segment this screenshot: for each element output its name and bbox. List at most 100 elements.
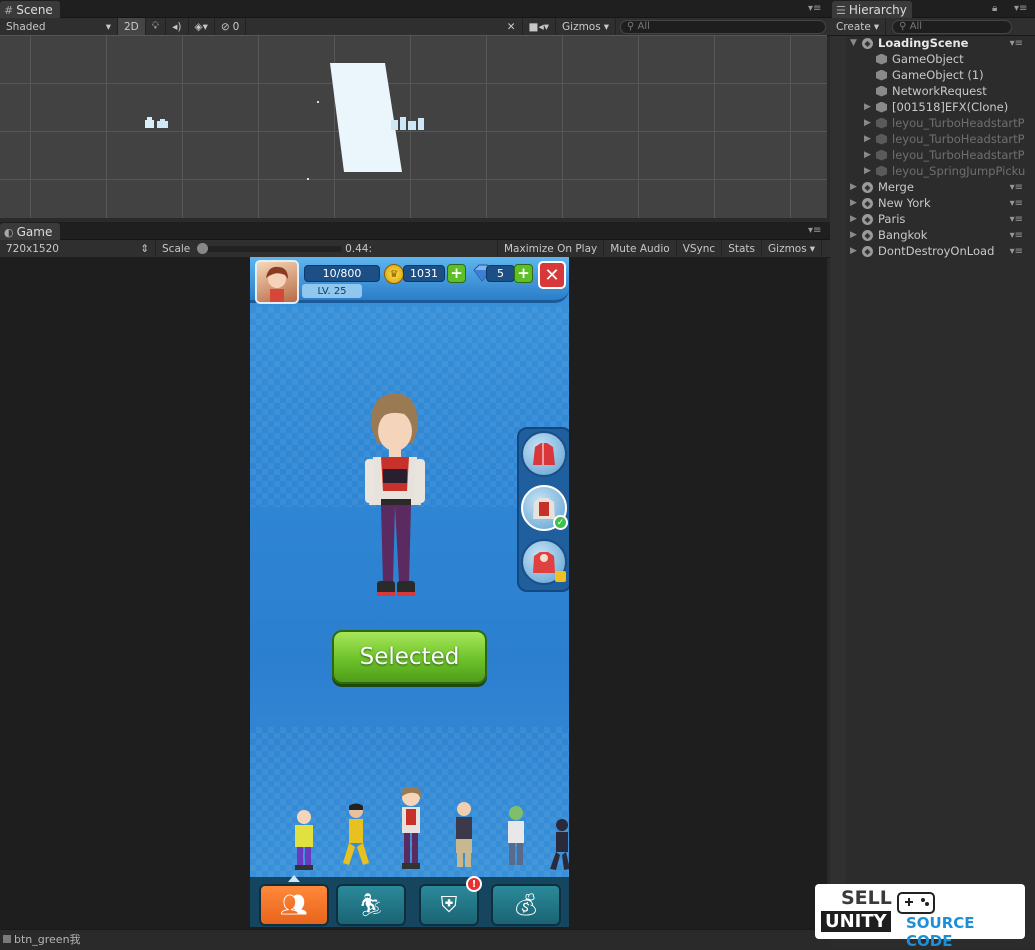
scene-menu-icon[interactable]: ▾≡	[1010, 230, 1023, 241]
collapse-arrow-icon[interactable]: ▶	[850, 198, 857, 208]
nav-boards-button[interactable]: 🏂︎	[336, 884, 406, 926]
collapse-arrow-icon[interactable]: ▶	[864, 102, 871, 112]
gizmos-dropdown[interactable]: Gizmos ▾	[556, 18, 616, 35]
character-thumb[interactable]	[451, 801, 477, 871]
active-indicator	[288, 872, 300, 882]
hierarchy-item[interactable]: ▶ [001518]EFX(Clone)	[830, 99, 1035, 115]
game-toolbar: 720x1520 ⇕ Scale 0.44: Maximize On Play …	[0, 240, 830, 258]
hierarchy-item[interactable]: GameObject (1)	[830, 67, 1035, 83]
nav-characters-button[interactable]: 👥︎	[259, 884, 329, 926]
scene-search-input[interactable]: ⚲ All	[620, 19, 826, 34]
chevron-down-icon: ▾	[809, 242, 815, 255]
hierarchy-item-label: leyou_TurboHeadstartP	[892, 116, 1025, 130]
lock-icon[interactable]: 🔒︎	[992, 3, 997, 14]
scene-point	[307, 178, 309, 180]
hierarchy-item-label: GameObject (1)	[892, 68, 984, 82]
collapse-arrow-icon[interactable]: ▶	[864, 134, 871, 144]
panel-menu-icon[interactable]: ▾≡	[808, 3, 821, 14]
wrench-icon: ✕	[506, 20, 516, 33]
scene-menu-icon[interactable]: ▾≡	[1010, 214, 1023, 225]
collapse-arrow-icon[interactable]: ▶	[850, 182, 857, 192]
scale-slider-handle[interactable]	[197, 242, 209, 254]
hierarchy-item[interactable]: GameObject	[830, 51, 1035, 67]
hidden-objects-toggle[interactable]: ⊘ 0	[215, 18, 247, 35]
tab-game[interactable]: ◐ Game	[0, 223, 60, 240]
watermark-source-code: SOURCE CODE	[906, 914, 975, 950]
camera-dropdown[interactable]: ■◂▾	[523, 18, 557, 35]
toggle-stats[interactable]: Stats	[722, 240, 763, 257]
toggle-maximize-on-play[interactable]: Maximize On Play	[496, 240, 605, 257]
toggle-mute-audio[interactable]: Mute Audio	[604, 240, 677, 257]
mode-2d-toggle[interactable]: 2D	[118, 18, 146, 35]
skin-option-jacket[interactable]	[521, 431, 567, 477]
character-thumb[interactable]	[339, 803, 369, 871]
tab-hierarchy[interactable]: ☰ Hierarchy	[832, 1, 912, 18]
hierarchy-item[interactable]: ▶ ◆ DontDestroyOnLoad ▾≡	[830, 243, 1035, 259]
hierarchy-item-label: New York	[878, 196, 931, 210]
layers-icon: ◈▾	[194, 20, 208, 33]
character-thumb[interactable]	[396, 786, 422, 871]
game-gizmos-dropdown[interactable]: Gizmos ▾	[762, 240, 822, 257]
hierarchy-item-label: [001518]EFX(Clone)	[892, 100, 1009, 114]
lighting-toggle[interactable]: 💡︎	[146, 18, 167, 35]
scene-viewport[interactable]	[0, 35, 827, 218]
hierarchy-item-label: leyou_TurboHeadstartP	[892, 148, 1025, 162]
scene-sprite-cluster[interactable]	[390, 115, 426, 131]
game-screen[interactable]: 10/800 LV. 25 ♛ 1031 + 5 + ✕ ✓ Selected …	[250, 257, 569, 927]
scene-tab-bar: # Scene ▾≡	[0, 0, 830, 18]
tab-scene[interactable]: # Scene	[0, 1, 60, 18]
collapse-arrow-icon[interactable]: ▶	[850, 230, 857, 240]
hierarchy-item[interactable]: ▶ ◆ Merge ▾≡	[830, 179, 1035, 195]
skin-option-locked[interactable]	[521, 539, 567, 585]
shading-dropdown[interactable]: Shaded ▾	[0, 18, 118, 35]
audio-toggle[interactable]: ◂)	[166, 18, 189, 35]
character-thumb[interactable]	[503, 805, 529, 871]
skin-option-current[interactable]: ✓	[521, 485, 568, 531]
collapse-arrow-icon[interactable]: ▶	[850, 214, 857, 224]
hierarchy-item[interactable]: ▶ leyou_TurboHeadstartP	[830, 131, 1035, 147]
effects-dropdown[interactable]: ◈▾	[189, 18, 215, 35]
panel-menu-icon[interactable]: ▾≡	[808, 225, 821, 236]
add-coins-button[interactable]: +	[447, 264, 466, 283]
tools-button[interactable]: ✕	[501, 18, 523, 35]
toggle-vsync[interactable]: VSync	[677, 240, 723, 257]
hierarchy-item[interactable]: NetworkRequest	[830, 83, 1035, 99]
unity-scene-icon: ◆	[862, 181, 873, 193]
hierarchy-item[interactable]: ▶ leyou_TurboHeadstartP	[830, 115, 1035, 131]
selected-button[interactable]: Selected	[332, 630, 487, 684]
nav-shop-button[interactable]: 💰︎	[491, 884, 561, 926]
player-avatar[interactable]	[255, 260, 299, 304]
collapse-arrow-icon[interactable]: ▶	[864, 150, 871, 160]
hierarchy-item[interactable]: ▶ ◆ New York ▾≡	[830, 195, 1035, 211]
collapse-arrow-icon[interactable]: ▶	[850, 246, 857, 256]
character-model[interactable]	[355, 387, 435, 607]
character-thumb[interactable]	[291, 809, 317, 871]
add-gems-button[interactable]: +	[514, 264, 533, 283]
hierarchy-item[interactable]: ▶ ◆ Bangkok ▾≡	[830, 227, 1035, 243]
collapse-arrow-icon[interactable]: ▶	[864, 118, 871, 128]
scene-sprite-small[interactable]	[144, 116, 170, 130]
scale-slider[interactable]	[197, 242, 343, 254]
hierarchy-item[interactable]: ▼ ◆ LoadingScene ▾≡	[830, 35, 1035, 51]
character-thumb[interactable]	[548, 817, 569, 871]
eye-slash-icon: ⊘	[220, 20, 230, 33]
gameobject-cube-icon	[876, 101, 887, 113]
hierarchy-item[interactable]: ▶ ◆ Paris ▾≡	[830, 211, 1035, 227]
lightbulb-icon: 💡︎	[151, 20, 160, 32]
scale-value: 0.44:	[345, 242, 372, 255]
scene-menu-icon[interactable]: ▾≡	[1010, 246, 1023, 257]
expand-arrow-icon[interactable]: ▼	[850, 38, 857, 48]
scene-menu-icon[interactable]: ▾≡	[1010, 198, 1023, 209]
hierarchy-item[interactable]: ▶ leyou_SpringJumpPicku	[830, 163, 1035, 179]
hierarchy-search-input[interactable]: ⚲ All	[892, 19, 1013, 34]
panel-menu-icon[interactable]: ▾≡	[1014, 3, 1027, 14]
gem-display: 5	[486, 265, 515, 282]
resolution-dropdown[interactable]: 720x1520 ⇕	[0, 240, 156, 257]
scene-menu-icon[interactable]: ▾≡	[1010, 38, 1023, 49]
camera-icon: ■◂▾	[528, 20, 550, 33]
scene-menu-icon[interactable]: ▾≡	[1010, 182, 1023, 193]
collapse-arrow-icon[interactable]: ▶	[864, 166, 871, 176]
hierarchy-item[interactable]: ▶ leyou_TurboHeadstartP	[830, 147, 1035, 163]
close-button[interactable]: ✕	[538, 261, 566, 289]
create-dropdown[interactable]: Create ▾	[830, 18, 887, 35]
